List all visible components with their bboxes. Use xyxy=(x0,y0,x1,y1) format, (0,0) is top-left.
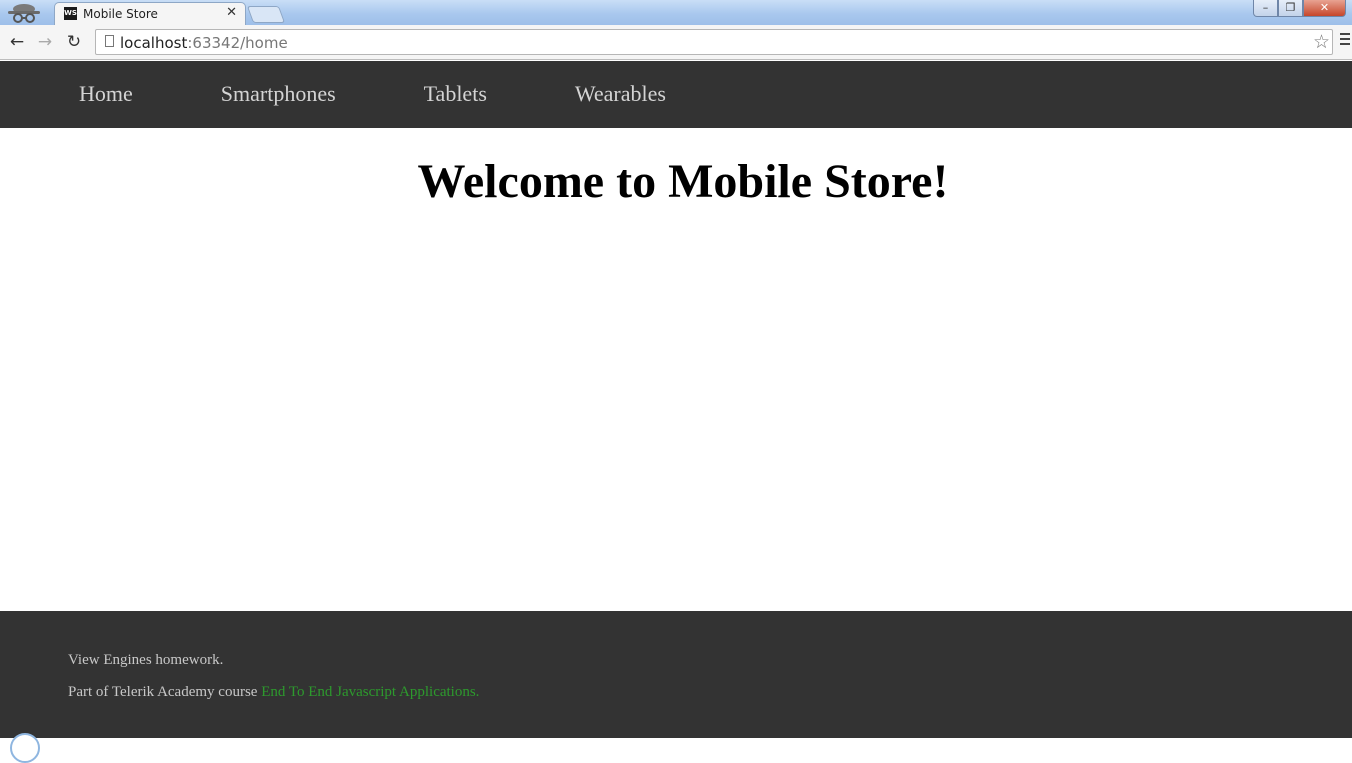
browser-titlebar: WS Mobile Store ✕ – ❐ ✕ xyxy=(0,0,1352,25)
new-tab-button[interactable] xyxy=(246,6,286,23)
footer-homework-text: View Engines homework. xyxy=(68,652,224,668)
hamburger-menu-icon[interactable] xyxy=(1340,33,1350,49)
forward-arrow-icon[interactable]: → xyxy=(34,31,56,53)
window-close-button[interactable]: ✕ xyxy=(1303,0,1346,17)
nav-link-wearables[interactable]: Wearables xyxy=(575,82,666,106)
footer-course-prefix: Part of Telerik Academy course xyxy=(68,684,262,700)
maximize-button[interactable]: ❐ xyxy=(1278,0,1303,17)
minimize-button[interactable]: – xyxy=(1253,0,1278,17)
url-host: localhost xyxy=(120,34,188,52)
nav-link-tablets[interactable]: Tablets xyxy=(424,82,487,106)
window-controls: – ❐ ✕ xyxy=(1253,0,1346,19)
browser-toolbar: ← → ↻ localhost:63342/home ☆ xyxy=(0,25,1352,60)
site-footer: View Engines homework. Part of Telerik A… xyxy=(0,611,1352,738)
bookmark-star-icon[interactable]: ☆ xyxy=(1313,31,1330,53)
site-navbar: Home Smartphones Tablets Wearables xyxy=(0,61,1352,128)
page-icon xyxy=(105,35,114,47)
incognito-icon xyxy=(8,4,40,23)
nav-link-smartphones[interactable]: Smartphones xyxy=(221,82,336,106)
browser-tab-active[interactable]: WS Mobile Store ✕ xyxy=(54,2,246,25)
address-bar[interactable]: localhost:63342/home ☆ xyxy=(95,29,1333,55)
page-title: Welcome to Mobile Store! xyxy=(417,155,949,208)
nav-links: Home Smartphones Tablets Wearables xyxy=(79,82,754,106)
nav-link-home[interactable]: Home xyxy=(79,82,133,106)
back-arrow-icon[interactable]: ← xyxy=(6,31,28,53)
webstorm-favicon-icon: WS xyxy=(64,7,77,20)
tab-close-icon[interactable]: ✕ xyxy=(226,5,237,20)
footer-course-text: Part of Telerik Academy course End To En… xyxy=(68,684,479,701)
tab-title: Mobile Store xyxy=(83,7,158,21)
url-text[interactable]: localhost:63342/home xyxy=(120,34,288,52)
url-path: :63342/home xyxy=(187,34,288,52)
footer-course-link[interactable]: End To End Javascript Applications. xyxy=(261,684,479,700)
reload-icon[interactable]: ↻ xyxy=(63,31,85,53)
